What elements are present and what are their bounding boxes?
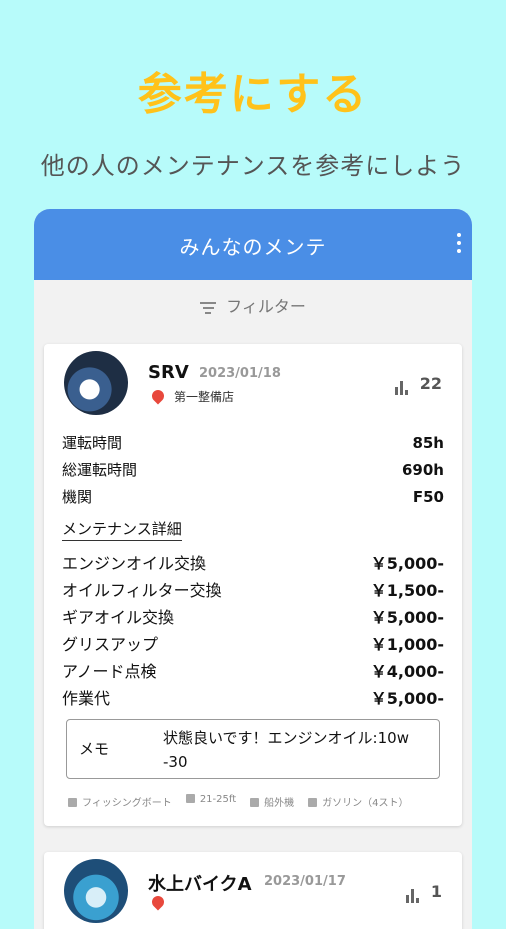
item-price: ￥5,000-: [370, 608, 444, 627]
stats-list: 運転時間 85h 総運転時間 690h 機関 F50: [62, 430, 444, 511]
like-count-value: 22: [419, 374, 442, 393]
boat-meta: フィッシングボート 21-25ft 船外機 ガソリン（4スト）: [68, 794, 452, 809]
location-pin-icon: [149, 387, 167, 405]
stat-value: 690h: [402, 461, 444, 479]
engine-type-label: 船外機: [264, 798, 295, 809]
boat-type: フィッシングボート: [68, 794, 172, 809]
item-row: ギアオイル交換 ￥5,000-: [62, 604, 444, 631]
avatar: [64, 351, 128, 415]
stat-label: 機関: [62, 488, 93, 506]
stat-row: 機関 F50: [62, 484, 444, 511]
like-count-value: 1: [430, 882, 442, 901]
filter-icon: [200, 299, 217, 317]
bar-chart-icon: [405, 884, 421, 903]
boat-type-label: フィッシングボート: [82, 798, 172, 809]
item-label: ギアオイル交換: [62, 608, 175, 627]
filter-button[interactable]: フィルター: [34, 293, 472, 317]
item-price: ￥4,000-: [370, 662, 444, 681]
item-row: エンジンオイル交換 ￥5,000-: [62, 550, 444, 577]
avatar: [64, 859, 128, 923]
shop-label: 第一整備店: [174, 390, 235, 404]
promo-subline: 他の人のメンテナンスを参考にしよう: [40, 152, 466, 180]
app-bar: みんなのメンテ: [34, 209, 472, 280]
shop-name: [149, 893, 174, 911]
item-row: アノード点検 ￥4,000-: [62, 658, 444, 685]
item-price: ￥1,000-: [370, 635, 444, 654]
stat-row: 総運転時間 690h: [62, 457, 444, 484]
stat-value: 85h: [412, 434, 444, 452]
fuel-type: ガソリン（4スト）: [308, 794, 409, 809]
item-label: アノード点検: [62, 662, 157, 681]
filter-label: フィルター: [226, 297, 306, 316]
app-title: みんなのメンテ: [179, 235, 327, 259]
maintenance-card[interactable]: SRV 2023/01/18 第一整備店 22 運転時間 85h 総運転時間 690…: [44, 344, 462, 826]
item-label: エンジンオイル交換: [62, 554, 207, 573]
stat-label: 運転時間: [62, 434, 123, 452]
boat-icon: [68, 798, 77, 807]
item-row: オイルフィルター交換 ￥1,500-: [62, 577, 444, 604]
promo-headline: 参考にする: [137, 69, 369, 120]
item-label: 作業代: [62, 689, 111, 708]
memo-label: メモ: [79, 740, 110, 758]
item-price: ￥5,000-: [370, 554, 444, 573]
section-title: メンテナンス詳細: [62, 518, 182, 541]
item-row: 作業代 ￥5,000-: [62, 685, 444, 712]
stat-label: 総運転時間: [62, 461, 138, 479]
location-pin-icon: [149, 893, 167, 911]
like-count[interactable]: 22: [394, 374, 442, 395]
item-row: グリスアップ ￥1,000-: [62, 631, 444, 658]
bar-chart-icon: [394, 376, 410, 395]
boat-size: 21-25ft: [185, 794, 237, 809]
item-price: ￥1,500-: [370, 581, 444, 600]
memo-box: メモ 状態良いです！エンジンオイル:10w-30: [66, 719, 440, 779]
stat-value: F50: [412, 488, 444, 506]
engine-icon: [250, 798, 260, 807]
model-name: 水上バイクA: [148, 874, 252, 895]
post-date: 2023/01/17: [264, 874, 346, 889]
post-date: 2023/01/18: [199, 366, 281, 381]
ruler-icon: [185, 794, 195, 803]
boat-size-label: 21-25ft: [199, 794, 237, 805]
app-screen: みんなのメンテ フィルター SRV 2023/01/18 第一整備店 22 運転…: [34, 209, 472, 929]
shop-name: 第一整備店: [149, 387, 235, 405]
stat-row: 運転時間 85h: [62, 430, 444, 457]
more-vert-icon[interactable]: [456, 233, 462, 253]
item-label: オイルフィルター交換: [62, 581, 222, 600]
model-name: SRV: [148, 362, 189, 383]
memo-text: 状態良いです！エンジンオイル:10w-30: [163, 729, 409, 771]
item-label: グリスアップ: [62, 635, 159, 654]
fuel-icon: [308, 798, 318, 807]
item-price: ￥5,000-: [370, 689, 444, 708]
maintenance-card[interactable]: 水上バイクA 2023/01/17 1: [44, 852, 462, 929]
fuel-type-label: ガソリン（4スト）: [322, 798, 409, 809]
maintenance-items: エンジンオイル交換 ￥5,000- オイルフィルター交換 ￥1,500- ギアオイル…: [62, 550, 444, 712]
engine-type: 船外機: [250, 794, 294, 809]
